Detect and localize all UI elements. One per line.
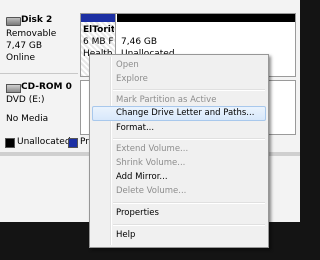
menu-item-label: Mark Partition as Active	[116, 95, 217, 105]
disk2-title: Disk 2	[21, 15, 53, 25]
cdrom-status: No Media	[6, 114, 49, 124]
disk-icon	[6, 17, 21, 26]
disk2-type: Removable	[6, 29, 57, 39]
menu-item-label: Change Drive Letter and Paths...	[116, 108, 255, 118]
partition-size: 6 MB F	[83, 37, 114, 47]
menu-item-format[interactable]: Format...	[92, 121, 266, 136]
primary-partition-bar	[81, 14, 115, 22]
menu-item-label: Format...	[116, 123, 155, 133]
menu-item-label: Help	[116, 230, 136, 240]
menu-item-explore[interactable]: Explore	[92, 72, 266, 87]
disk2-header[interactable]: Disk 2 Removable 7,47 GB Online	[0, 13, 78, 74]
menu-separator	[113, 202, 265, 204]
menu-item-label: Delete Volume...	[116, 186, 187, 196]
unallocated-size: 7,46 GB	[121, 37, 158, 47]
disk2-status: Online	[6, 53, 36, 63]
menu-item-shrink-volume[interactable]: Shrink Volume...	[92, 156, 266, 171]
menu-separator	[113, 224, 265, 226]
cdrom-header[interactable]: CD-ROM 0 DVD (E:) No Media	[0, 80, 78, 133]
menu-item-delete-volume[interactable]: Delete Volume...	[92, 184, 266, 199]
menu-separator	[113, 89, 265, 91]
cdrom-type: DVD (E:)	[6, 95, 45, 105]
menu-item-label: Explore	[116, 74, 148, 84]
partition-name: ElTorito	[83, 25, 114, 35]
legend-label-unallocated: Unallocated	[17, 137, 71, 147]
menu-item-label: Extend Volume...	[116, 144, 189, 154]
menu-item-add-mirror[interactable]: Add Mirror...	[92, 170, 266, 185]
unallocated-bar	[117, 14, 295, 22]
context-menu: Open Explore Mark Partition as Active Ch…	[89, 54, 269, 248]
cd-icon	[6, 84, 21, 93]
menu-item-label: Properties	[116, 208, 159, 218]
disk2-size: 7,47 GB	[6, 41, 43, 51]
legend-swatch-unallocated	[5, 138, 15, 148]
menu-separator	[113, 138, 265, 140]
menu-item-label: Shrink Volume...	[116, 158, 186, 168]
menu-item-open[interactable]: Open	[92, 58, 266, 73]
menu-item-change-drive-letter[interactable]: Change Drive Letter and Paths...	[92, 106, 266, 121]
menu-item-label: Add Mirror...	[116, 172, 168, 182]
cdrom-title: CD-ROM 0	[21, 82, 72, 92]
legend-swatch-primary	[68, 138, 78, 148]
menu-item-help[interactable]: Help	[92, 228, 266, 243]
menu-item-extend-volume[interactable]: Extend Volume...	[92, 142, 266, 157]
menu-item-properties[interactable]: Properties	[92, 206, 266, 221]
menu-item-label: Open	[116, 60, 139, 70]
